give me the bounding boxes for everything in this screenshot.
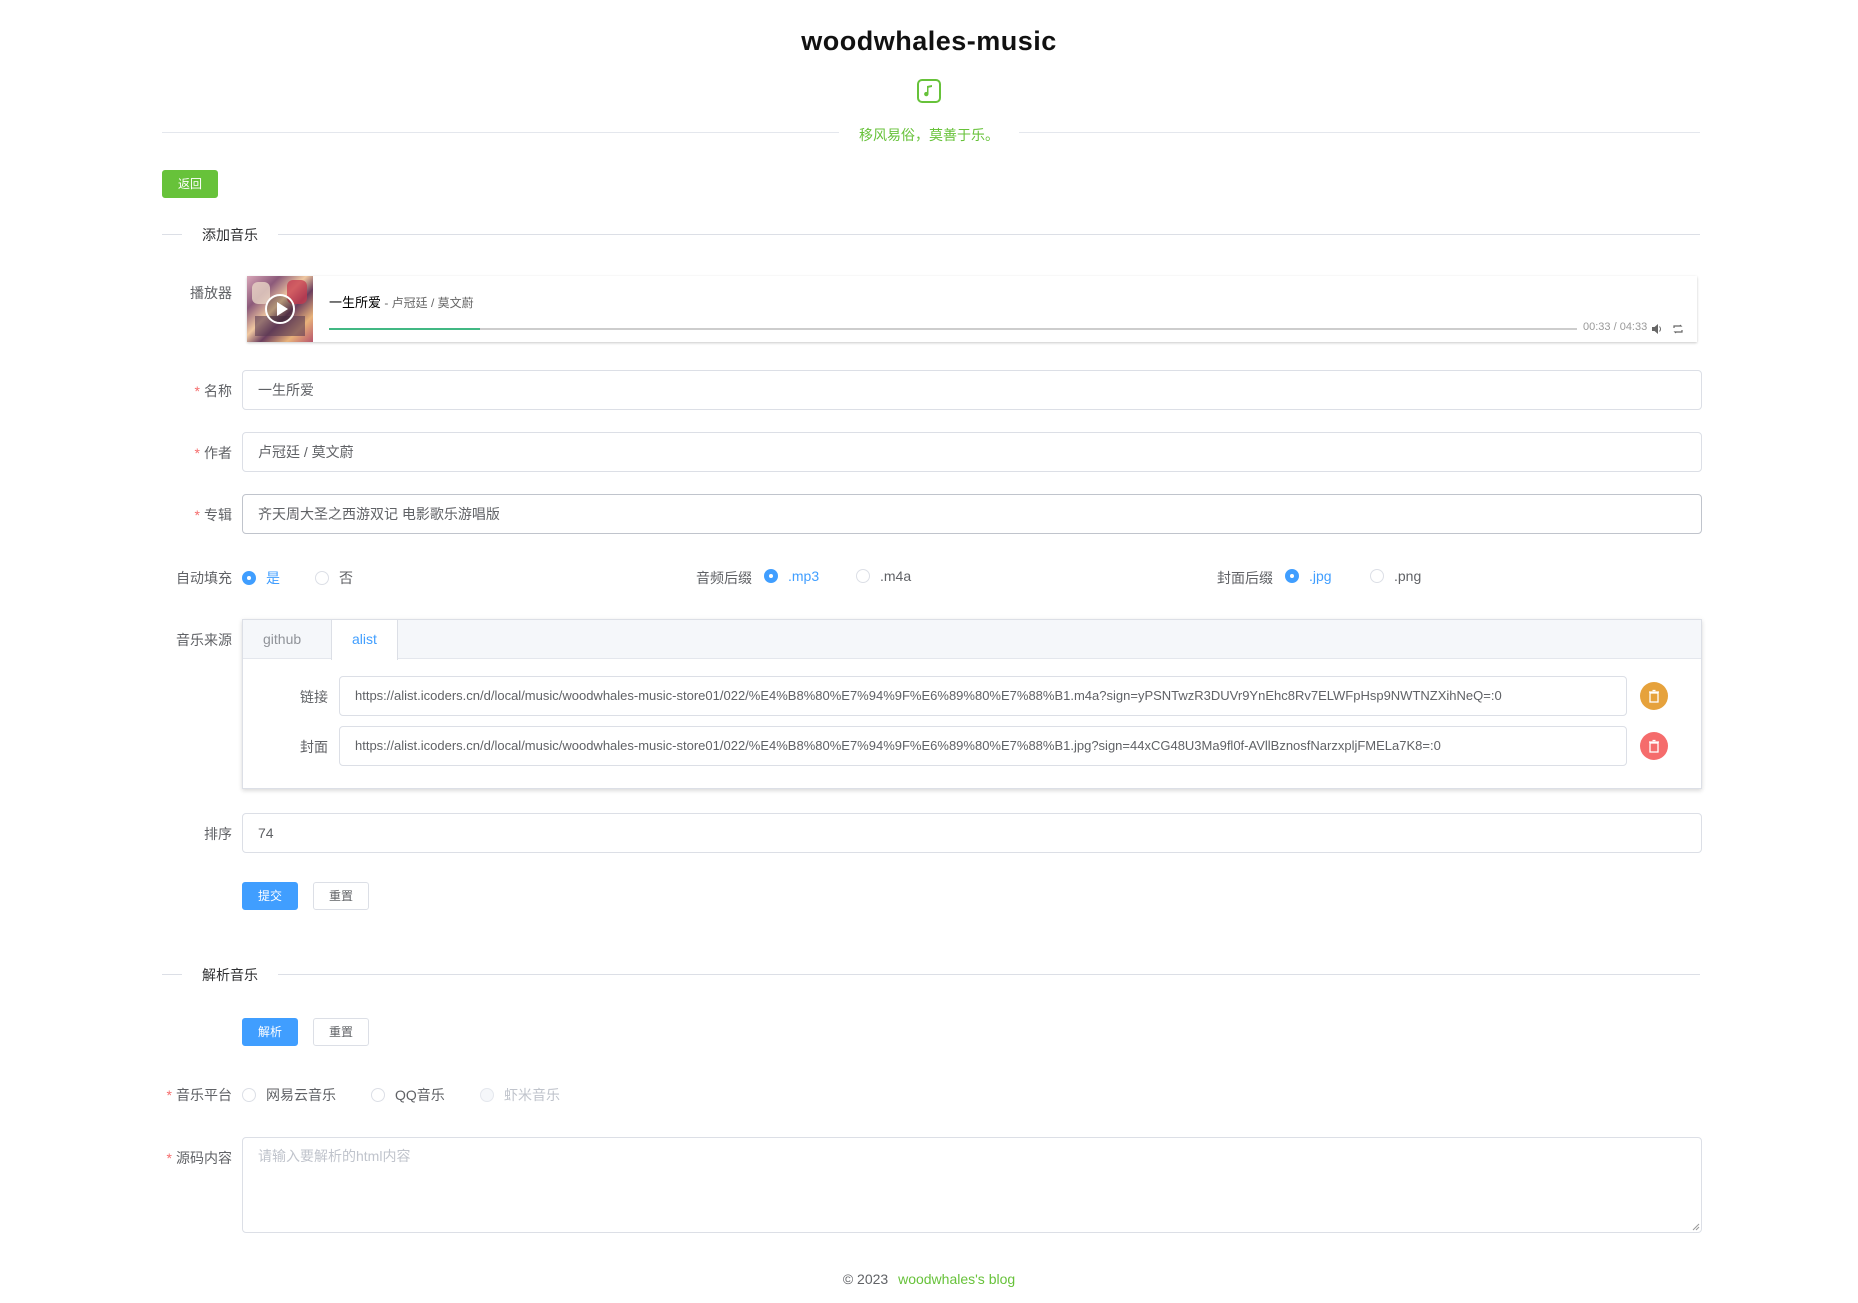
tab-github[interactable]: github [243, 620, 321, 659]
footer-copyright: © 2023 [842, 1271, 889, 1287]
cover-label: 封面 [300, 739, 328, 755]
slogan-text: 移风易俗，莫善于乐。 [839, 127, 1019, 143]
volume-icon[interactable] [1651, 322, 1663, 334]
album-cover [247, 276, 313, 342]
add-section-title: 添加音乐 [182, 225, 278, 245]
autofill-no-radio[interactable]: 否 [315, 568, 353, 588]
add-section-divider [162, 234, 1700, 235]
progress-bar[interactable] [329, 328, 1577, 330]
sort-label: 排序 [204, 826, 232, 842]
cover-jpg-radio[interactable]: .jpg [1285, 568, 1332, 584]
footer: © 2023 woodwhales's blog [0, 1271, 1858, 1287]
resize-handle-icon[interactable] [1692, 1223, 1700, 1231]
audio-m4a-radio[interactable]: .m4a [856, 568, 911, 584]
name-input[interactable]: 一生所爱 [242, 370, 1702, 410]
trash-icon [1649, 739, 1659, 753]
cover-input[interactable]: https://alist.icoders.cn/d/local/music/w… [339, 726, 1627, 766]
source-label: 音乐来源 [176, 632, 232, 648]
platform-label: 音乐平台 [176, 1087, 232, 1103]
autofill-yes-radio[interactable]: 是 [242, 568, 280, 588]
autofill-label: 自动填充 [176, 570, 232, 586]
play-button[interactable] [265, 294, 295, 324]
song-author: - 卢冠廷 / 莫文蔚 [381, 296, 474, 310]
song-title: 一生所爱 [329, 295, 382, 310]
link-label: 链接 [300, 689, 328, 705]
sort-input[interactable]: 74 [242, 813, 1702, 853]
audio-player: 一生所爱 - 卢冠廷 / 莫文蔚 00:33 / 04:33 [247, 276, 1697, 342]
reset-button[interactable]: 重置 [313, 882, 369, 910]
music-note-icon [917, 79, 941, 103]
loop-icon[interactable] [1672, 322, 1684, 334]
cover-png-radio[interactable]: .png [1370, 568, 1421, 584]
tab-alist[interactable]: alist [331, 620, 398, 660]
cover-suffix-label: 封面后缀 [1217, 570, 1273, 586]
parse-section-title: 解析音乐 [182, 965, 278, 985]
player-label: 播放器 [190, 285, 232, 301]
delete-link-button[interactable] [1640, 682, 1668, 710]
site-title: woodwhales-music [801, 26, 1057, 56]
name-label: 名称 [204, 383, 232, 399]
back-button[interactable]: 返回 [162, 170, 218, 198]
platform-netease-radio[interactable]: 网易云音乐 [242, 1085, 336, 1105]
player-time: 00:33 / 04:33 [1583, 321, 1648, 333]
author-input[interactable]: 卢冠廷 / 莫文蔚 [242, 432, 1702, 472]
platform-xiami-radio: 虾米音乐 [480, 1085, 560, 1105]
audio-mp3-radio[interactable]: .mp3 [764, 568, 819, 584]
progress-fill [329, 328, 480, 330]
parse-button[interactable]: 解析 [242, 1018, 298, 1046]
album-input[interactable]: 齐天周大圣之西游双记 电影歌乐游唱版 [242, 494, 1702, 534]
parse-section-divider [162, 974, 1700, 975]
trash-icon [1649, 689, 1659, 703]
platform-qq-radio[interactable]: QQ音乐 [371, 1085, 445, 1105]
source-content-label: 源码内容 [176, 1150, 232, 1166]
source-tabs: github alist 链接 https://alist.icoders.cn… [242, 619, 1702, 789]
link-input[interactable]: https://alist.icoders.cn/d/local/music/w… [339, 676, 1627, 716]
album-label: 专辑 [204, 507, 232, 523]
delete-cover-button[interactable] [1640, 732, 1668, 760]
submit-button[interactable]: 提交 [242, 882, 298, 910]
footer-blog-link[interactable]: woodwhales's blog [898, 1271, 1015, 1287]
source-content-textarea[interactable]: 请输入要解析的html内容 [242, 1137, 1702, 1233]
audio-suffix-label: 音频后缀 [696, 570, 752, 586]
author-label: 作者 [204, 445, 232, 461]
parse-reset-button[interactable]: 重置 [313, 1018, 369, 1046]
